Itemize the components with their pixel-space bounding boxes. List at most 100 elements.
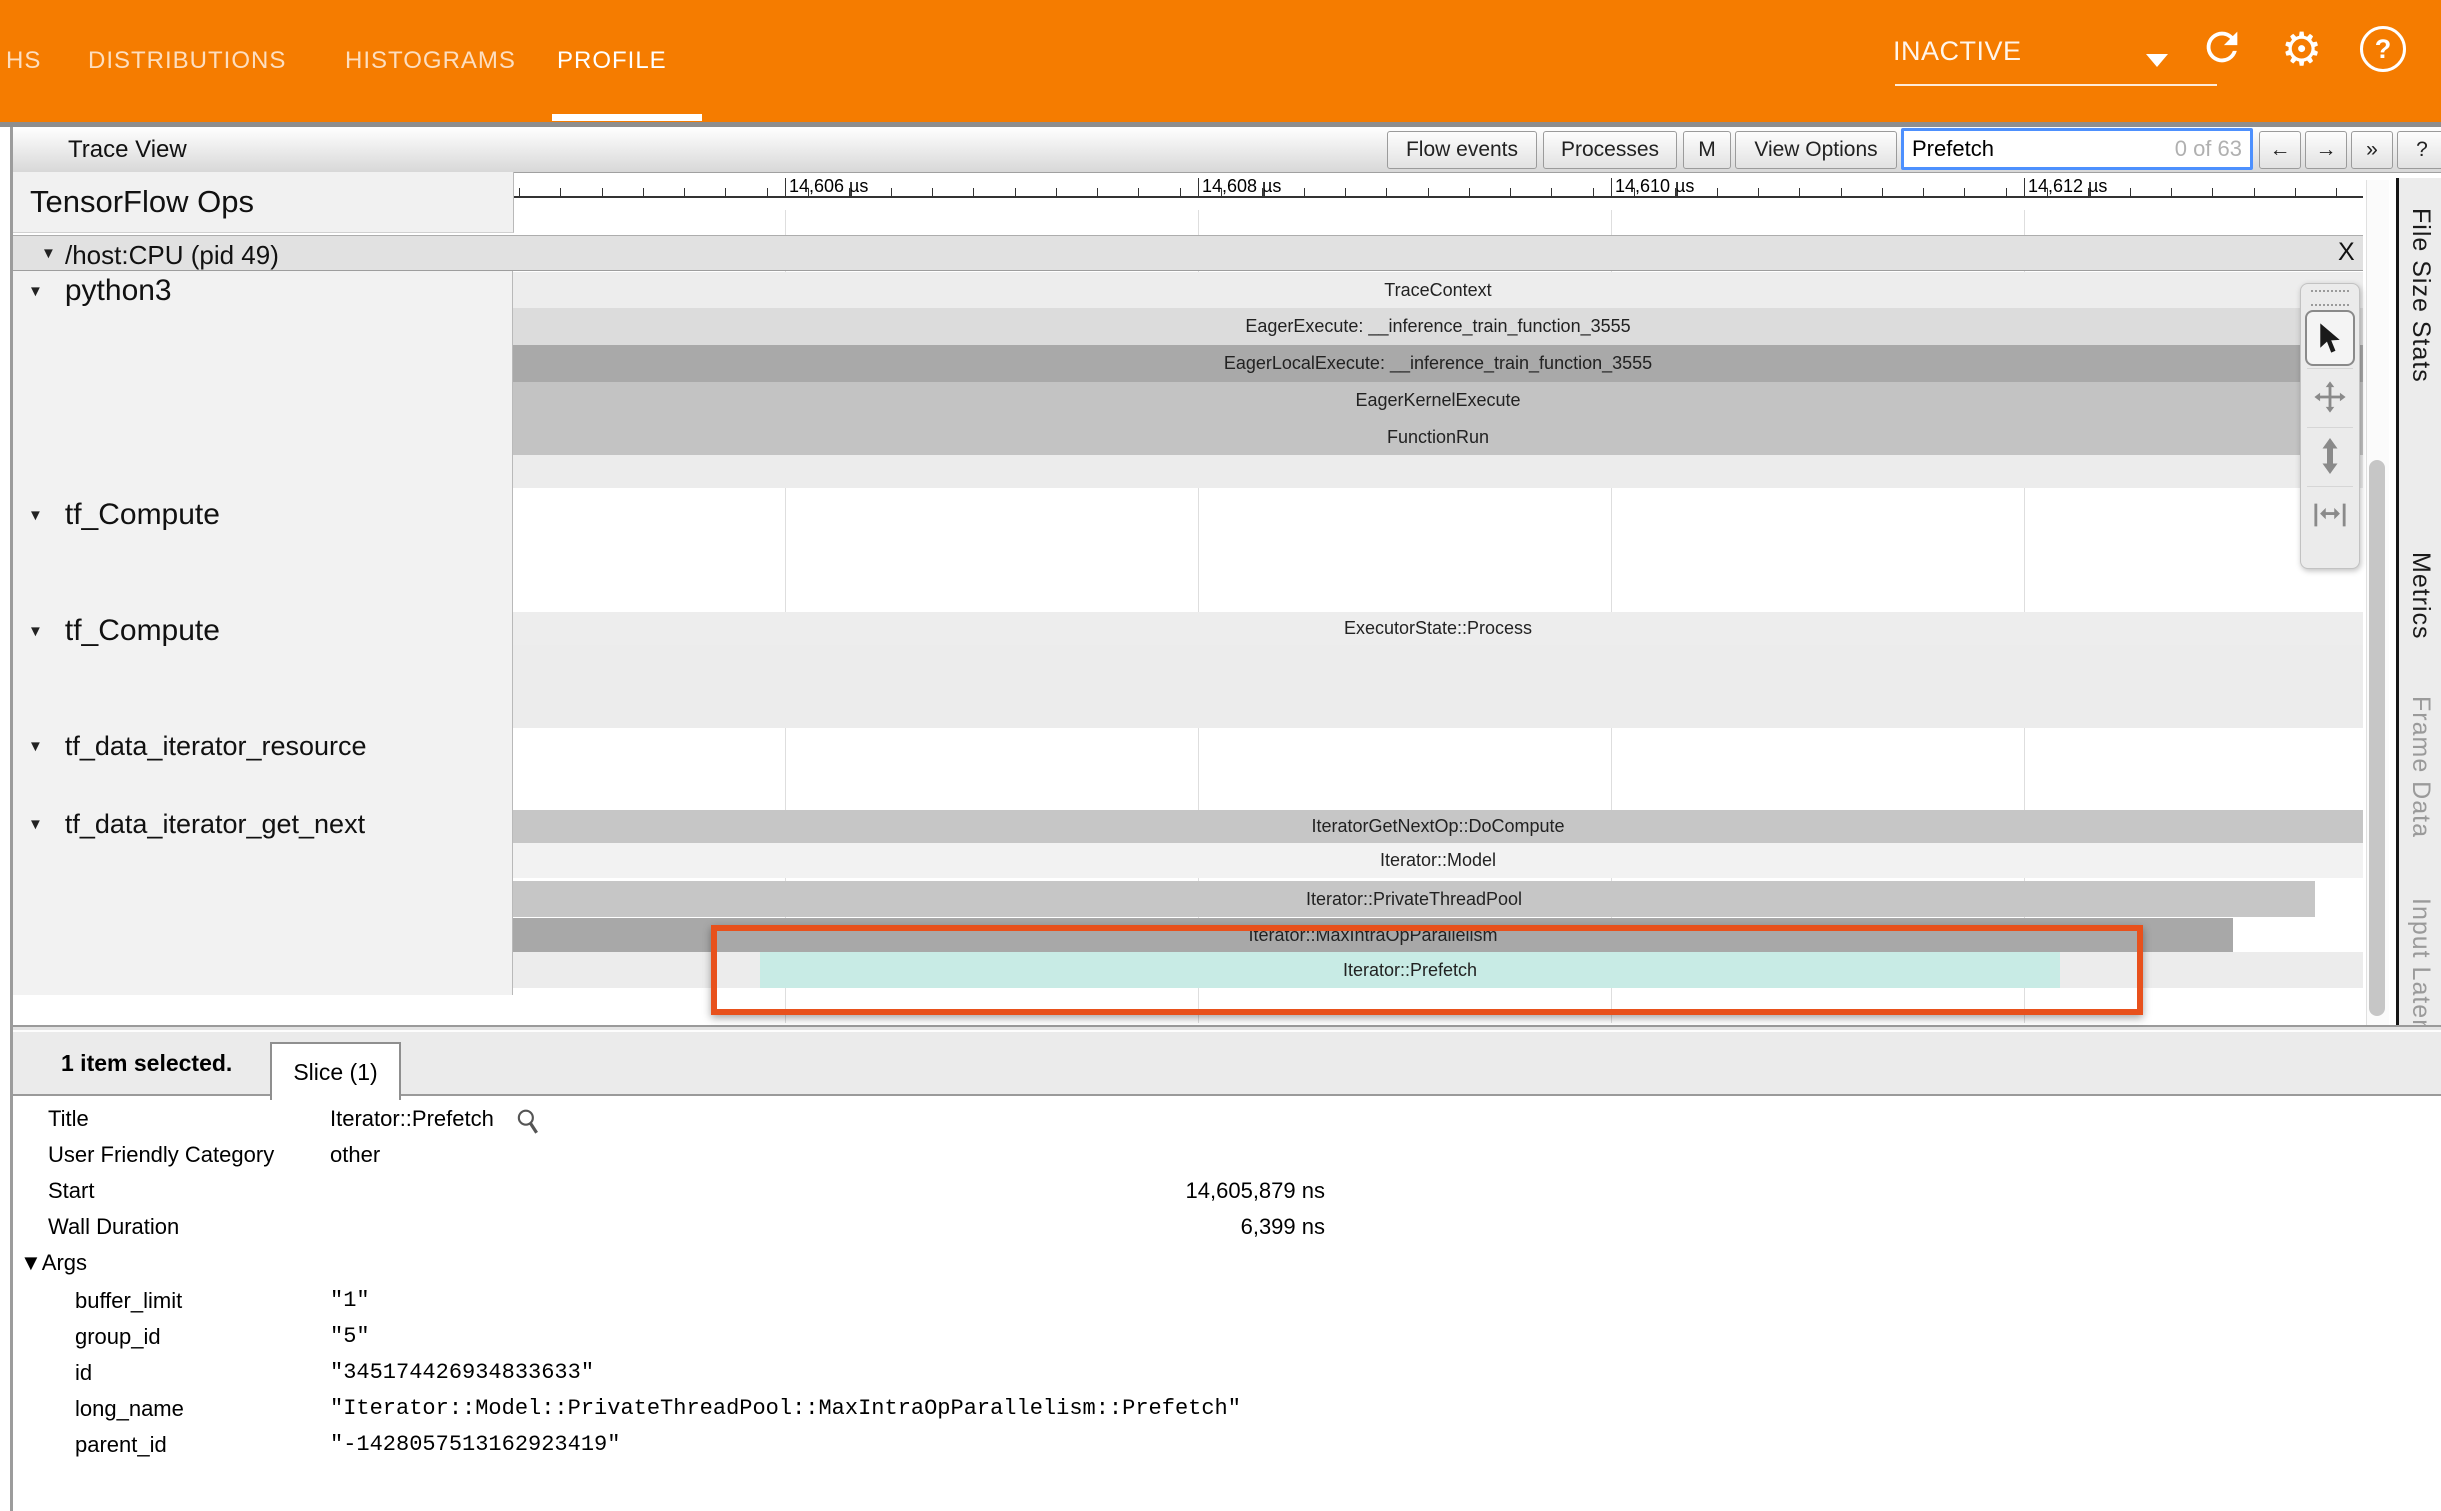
trace-event-eagerlocalexecute-inference-train-function-3555[interactable]: EagerLocalExecute: __inference_train_fun… — [513, 345, 2363, 382]
ruler-minor-tick — [891, 188, 892, 196]
ruler-tick-label: 14,606 µs — [789, 176, 868, 197]
ruler-minor-tick — [1964, 188, 1965, 196]
ruler-minor-tick — [1097, 188, 1098, 196]
toolbar-button-processes[interactable]: Processes — [1543, 131, 1677, 169]
tab-slice[interactable]: Slice (1) — [270, 1042, 401, 1100]
collapse-triangle-icon: ▼ — [28, 623, 43, 640]
trace-view-title: Trace View — [68, 136, 187, 164]
arg-key: long_name — [75, 1396, 184, 1422]
selection-highlight-box — [711, 925, 2143, 1015]
track-label-tf_Compute[interactable]: ▼tf_Compute — [28, 614, 220, 648]
trace-event-eagerexecute-inference-train-function-3555[interactable]: EagerExecute: __inference_train_function… — [513, 308, 2363, 345]
pan-arrows-icon — [2313, 380, 2347, 414]
detail-label: Start — [48, 1178, 94, 1204]
trace-event-iteratorgetnextop-docompute[interactable]: IteratorGetNextOp::DoCompute — [513, 810, 2363, 843]
trace-search-box: 0 of 63 — [1901, 128, 2253, 170]
ruler-tick-label: 14,610 µs — [1615, 176, 1694, 197]
ruler-minor-tick — [560, 188, 561, 196]
ruler-minor-tick — [725, 188, 726, 196]
run-selector[interactable]: INACTIVE — [1893, 36, 2217, 67]
top-tab-histograms[interactable]: HISTOGRAMS — [345, 0, 516, 122]
search-input[interactable] — [1910, 133, 2154, 165]
process-header[interactable]: ▼ /host:CPU (pid 49) X — [13, 235, 2363, 271]
search-result-counter: 0 of 63 — [2175, 136, 2242, 162]
active-tab-underline — [552, 114, 702, 121]
track-label-python3[interactable]: ▼python3 — [28, 274, 172, 308]
top-tab-hs[interactable]: HS — [6, 0, 41, 122]
slice-details-panel: Title Iterator::PrefetchUser Friendly Cat… — [13, 1098, 2441, 1511]
vertical-arrows-icon — [2317, 438, 2343, 474]
track-label-text: tf_data_iterator_resource — [65, 731, 367, 761]
detail-value: Iterator::Prefetch — [330, 1106, 494, 1132]
args-toggle[interactable]: ▼Args — [20, 1250, 87, 1276]
sidebar-tab-metrics[interactable]: Metrics — [2406, 552, 2435, 640]
detail-row-wall-duration: Wall Duration 6,399 ns — [13, 1214, 2441, 1250]
help-button[interactable]: ? — [2397, 131, 2441, 169]
toolbar-button-view-options[interactable]: View Options — [1735, 131, 1897, 169]
top-tab-profile[interactable]: PROFILE — [557, 0, 667, 122]
detail-row-user-friendly-category: User Friendly Categoryother — [13, 1142, 2441, 1178]
arg-value: "345174426934833633" — [330, 1360, 594, 1385]
arg-key: parent_id — [75, 1432, 167, 1458]
ruler-minor-tick — [973, 188, 974, 196]
chevron-down-icon[interactable] — [2146, 54, 2168, 67]
collapse-triangle-icon: ▼ — [41, 245, 56, 262]
arg-key: id — [75, 1360, 92, 1386]
ruler-minor-tick — [2295, 188, 2296, 196]
ruler-minor-tick — [2088, 188, 2089, 196]
ruler-minor-tick — [1221, 188, 1222, 196]
ruler-minor-tick — [1056, 188, 1057, 196]
trace-event-tracecontext[interactable]: TraceContext — [513, 272, 2363, 308]
ruler-minor-tick — [1551, 188, 1552, 196]
detail-label: Title — [48, 1106, 89, 1132]
section-tensorflow-ops: TensorFlow Ops — [13, 172, 514, 233]
pan-tool-button[interactable] — [2307, 368, 2353, 425]
next-match-button[interactable]: → — [2305, 131, 2347, 169]
ruler-minor-tick — [2130, 188, 2131, 196]
track-label-tf_Compute[interactable]: ▼tf_Compute — [28, 498, 220, 532]
arg-key: group_id — [75, 1324, 161, 1350]
trace-event-iterator-privatethreadpool[interactable]: Iterator::PrivateThreadPool — [513, 881, 2315, 917]
ruler-minor-tick — [849, 188, 850, 196]
ruler-minor-tick — [932, 188, 933, 196]
ruler-minor-tick — [1923, 188, 1924, 196]
trace-event-eagerkernelexecute[interactable]: EagerKernelExecute — [513, 382, 2363, 419]
more-button[interactable]: » — [2351, 131, 2393, 169]
top-tab-distributions[interactable]: DISTRIBUTIONS — [88, 0, 286, 122]
trace-event-executorstate-process[interactable]: ExecutorState::Process — [513, 612, 2363, 645]
sidebar-tab-file-size-stats[interactable]: File Size Stats — [2406, 208, 2435, 383]
palette-grip-handle[interactable] — [2311, 290, 2349, 306]
toolbar-button-m[interactable]: M — [1683, 131, 1731, 169]
ruler-minor-tick — [1841, 188, 1842, 196]
ruler-minor-tick — [1262, 188, 1263, 196]
arg-row-buffer_limit: buffer_limit"1" — [13, 1288, 2441, 1324]
timing-tool-button[interactable] — [2307, 486, 2353, 543]
collapse-triangle-icon: ▼ — [28, 816, 43, 833]
trace-row-empty — [513, 455, 2363, 488]
track-label-tf_data_iterator_resource[interactable]: ▼tf_data_iterator_resource — [28, 731, 367, 762]
detail-value: 6,399 ns — [330, 1214, 1325, 1240]
magnifier-icon[interactable] — [515, 1108, 541, 1141]
select-tool-button[interactable] — [2305, 310, 2355, 366]
trace-event-functionrun[interactable]: FunctionRun — [513, 419, 2363, 455]
close-icon[interactable]: X — [2338, 238, 2355, 267]
horizontal-span-icon — [2313, 500, 2347, 530]
ruler-major-tick — [2024, 178, 2025, 196]
detail-label: Wall Duration — [48, 1214, 179, 1240]
prev-match-button[interactable]: ← — [2259, 131, 2301, 169]
ruler-minor-tick — [808, 188, 809, 196]
trace-event-iterator-model[interactable]: Iterator::Model — [513, 843, 2363, 878]
ruler-minor-tick — [767, 188, 768, 196]
help-icon[interactable]: ? — [2360, 26, 2406, 72]
cursor-arrow-icon — [2315, 321, 2345, 355]
toolbar-button-flow-events[interactable]: Flow events — [1387, 131, 1537, 169]
track-label-tf_data_iterator_get_next[interactable]: ▼tf_data_iterator_get_next — [28, 809, 365, 840]
sidebar-tab-frame-data[interactable]: Frame Data — [2406, 696, 2435, 838]
gear-icon[interactable]: ⚙ — [2281, 26, 2322, 72]
tensorboard-profile-app: HS DISTRIBUTIONS HISTOGRAMS PROFILE INACTIV… — [0, 0, 2441, 1511]
ruler-minor-tick — [1510, 188, 1511, 196]
vertical-zoom-tool-button[interactable] — [2307, 427, 2353, 484]
refresh-icon[interactable] — [2199, 24, 2245, 75]
ruler-minor-tick — [1593, 188, 1594, 196]
vertical-scrollbar-thumb[interactable] — [2369, 460, 2385, 1016]
